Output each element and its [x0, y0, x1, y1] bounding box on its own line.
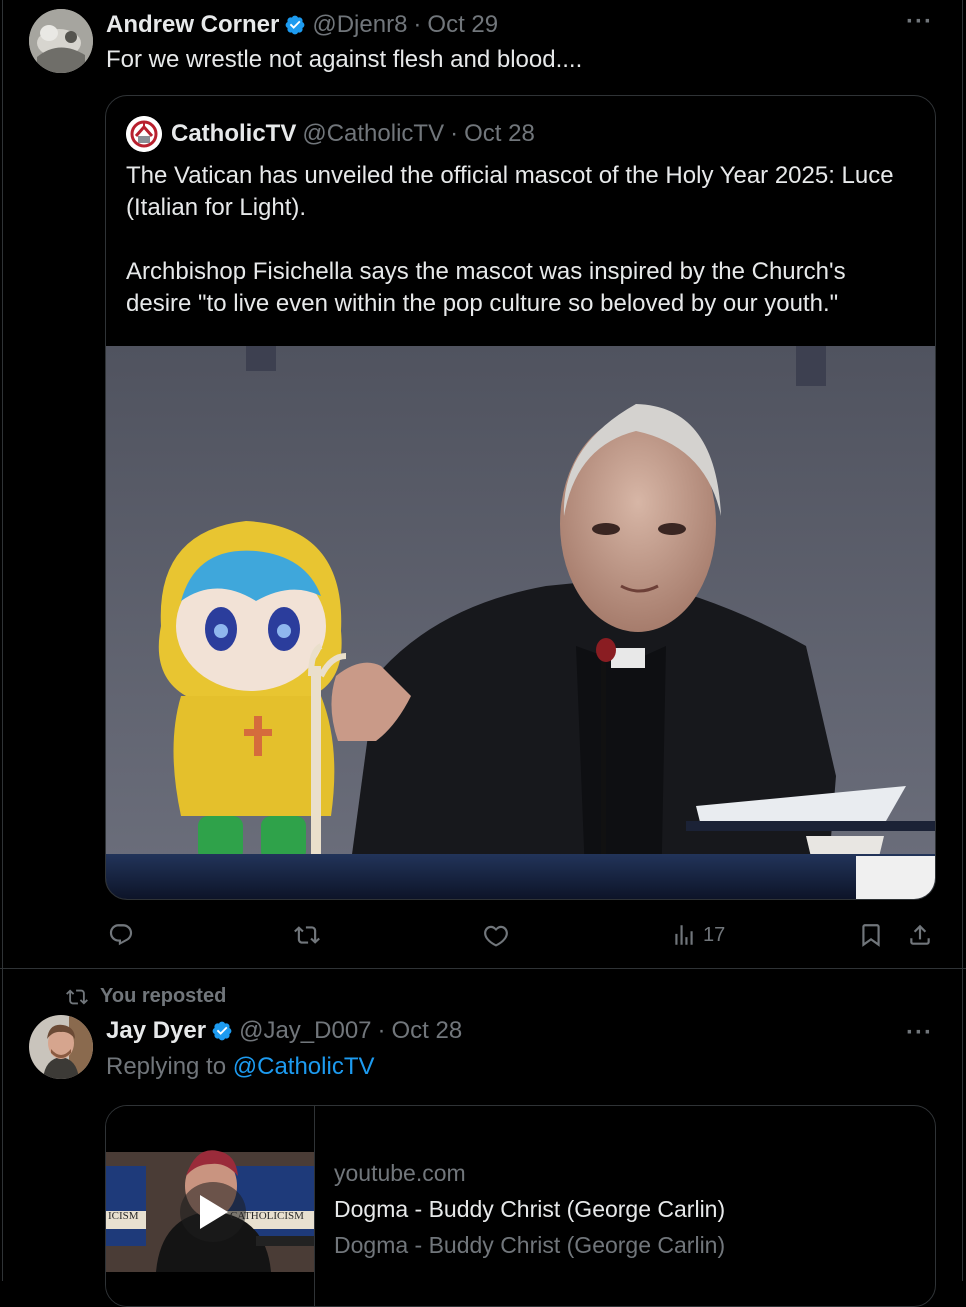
- play-icon[interactable]: [180, 1182, 246, 1242]
- bookmark-button[interactable]: [858, 922, 884, 948]
- views-icon: [675, 925, 693, 945]
- quoted-tweet-paragraph-1: The Vatican has unveiled the official ma…: [126, 162, 894, 221]
- separator-dot: ·: [413, 11, 422, 38]
- repost-icon: [66, 989, 88, 1004]
- avatar-jay-dyer[interactable]: [29, 1015, 93, 1079]
- repost-label: You reposted: [100, 985, 227, 1007]
- repost-context: You reposted: [66, 985, 226, 1008]
- quoted-tweet-photo[interactable]: [106, 346, 935, 899]
- tweet-date[interactable]: Oct 28: [392, 1017, 463, 1045]
- link-card-thumbnail[interactable]: ICISM CATHOLICISM: [106, 1106, 315, 1306]
- catholictv-avatar[interactable]: [126, 116, 162, 152]
- views-count: 17: [703, 923, 726, 946]
- verified-badge-icon: [285, 15, 305, 35]
- youtube-link-card[interactable]: ICISM CATHOLICISM youtube.com Dogma - Bu…: [105, 1105, 936, 1307]
- tweet-action-bar: 17: [106, 915, 936, 955]
- author-name[interactable]: Andrew Corner: [106, 11, 279, 39]
- tweet-text: For we wrestle not against flesh and blo…: [106, 46, 583, 73]
- avatar-andrew-corner[interactable]: [29, 9, 93, 73]
- link-card-title[interactable]: Dogma - Buddy Christ (George Carlin): [334, 1196, 725, 1223]
- author-handle[interactable]: @Jay_D007: [239, 1017, 371, 1045]
- repost-icon: [294, 926, 320, 944]
- separator-dot: ·: [377, 1017, 386, 1044]
- quoted-tweet-date[interactable]: Oct 28: [464, 120, 535, 148]
- more-options-icon[interactable]: ···: [906, 1019, 933, 1047]
- like-icon: [484, 925, 508, 947]
- quoted-author-name[interactable]: CatholicTV: [171, 120, 296, 148]
- replying-to-link[interactable]: @CatholicTV: [233, 1053, 375, 1080]
- quoted-author-handle[interactable]: @CatholicTV: [302, 120, 444, 148]
- link-card-domain: youtube.com: [334, 1160, 466, 1186]
- quoted-tweet[interactable]: CatholicTV @CatholicTV · Oct 28 The Vati…: [105, 95, 936, 900]
- author-name[interactable]: Jay Dyer: [106, 1017, 206, 1045]
- bookmark-icon: [862, 924, 880, 947]
- replying-prefix: Replying to: [106, 1053, 233, 1080]
- repost-button[interactable]: [294, 922, 320, 948]
- reply-icon: [109, 924, 133, 946]
- tweet-andrew-corner[interactable]: Andrew Corner @Djenr8 · Oct 29 ··· For w…: [0, 0, 966, 968]
- tweet-header: Andrew Corner @Djenr8 · Oct 29: [106, 10, 498, 40]
- separator-dot: ·: [450, 120, 459, 147]
- tweet-jay-dyer[interactable]: You reposted Jay Dyer @Jay_D007 · Oct 28…: [0, 969, 966, 1307]
- like-button[interactable]: [483, 922, 509, 948]
- share-button[interactable]: [907, 922, 933, 948]
- quoted-tweet-paragraph-2: Archbishop Fisichella says the mascot wa…: [126, 258, 846, 317]
- thumbnail-text-left: ICISM: [108, 1210, 139, 1222]
- tweet-date[interactable]: Oct 29: [427, 11, 498, 39]
- replying-to: Replying to @CatholicTV: [106, 1051, 375, 1083]
- quoted-tweet-header: CatholicTV @CatholicTV · Oct 28: [171, 119, 535, 149]
- more-options-icon[interactable]: ···: [906, 8, 933, 36]
- verified-badge-icon: [212, 1021, 232, 1041]
- tweet-header: Jay Dyer @Jay_D007 · Oct 28: [106, 1016, 462, 1046]
- share-icon: [910, 924, 930, 945]
- link-card-description: Dogma - Buddy Christ (George Carlin): [334, 1232, 726, 1258]
- reply-button[interactable]: [108, 922, 134, 948]
- author-handle[interactable]: @Djenr8: [312, 11, 407, 39]
- views-button[interactable]: 17: [671, 922, 725, 948]
